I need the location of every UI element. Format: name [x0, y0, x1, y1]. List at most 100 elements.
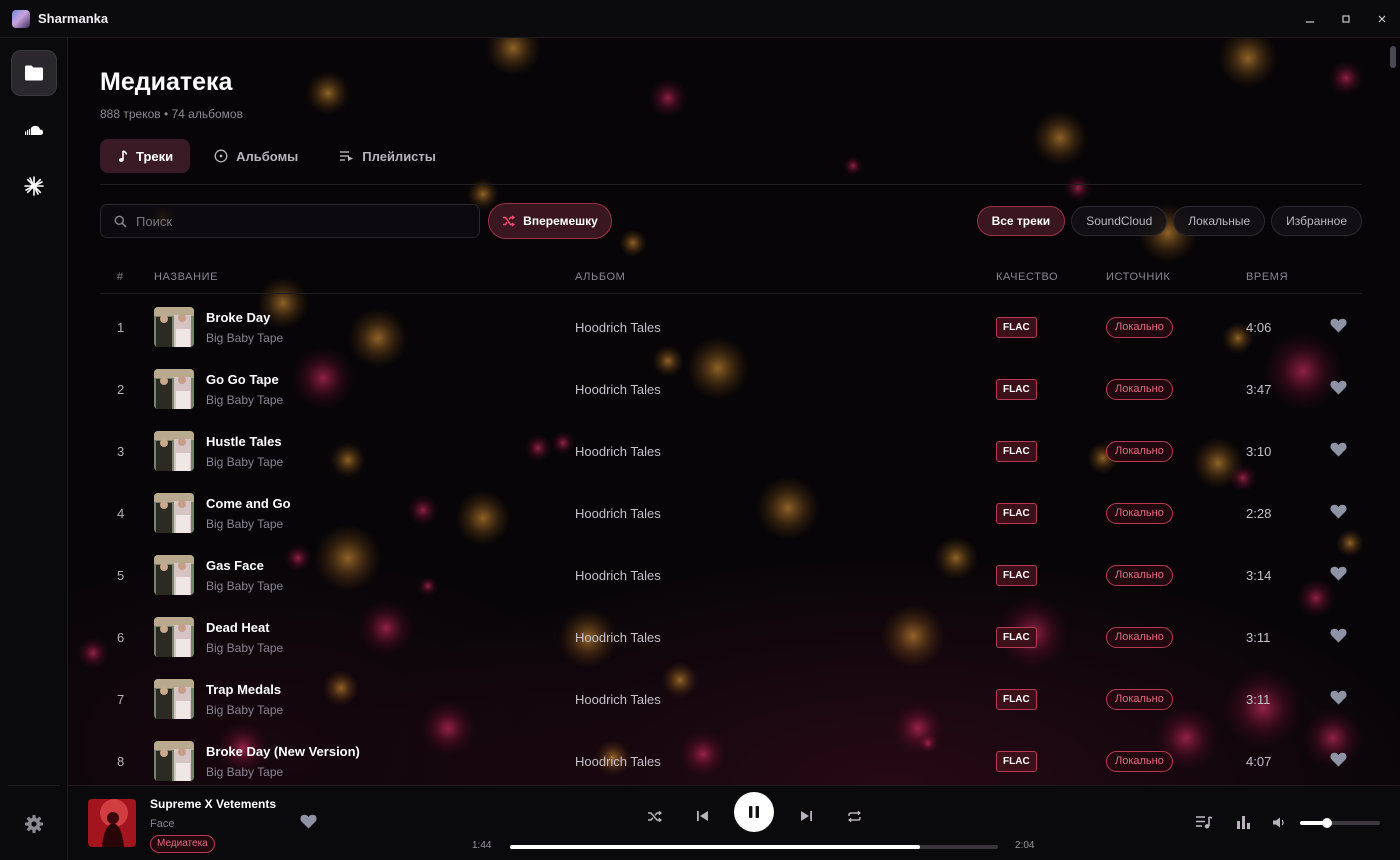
track-album[interactable]: Hoodrich Tales [575, 506, 661, 521]
search-input[interactable] [136, 213, 456, 229]
now-playing-source-badge[interactable]: Медиатека [150, 835, 215, 853]
track-number: 1 [117, 320, 125, 335]
heart-icon[interactable] [1330, 690, 1347, 705]
table-row[interactable]: 1 Broke Day Big Baby Tape Hoodrich Tales… [100, 296, 1362, 358]
track-duration: 3:11 [1246, 630, 1271, 645]
table-row[interactable]: 2 Go Go Tape Big Baby Tape Hoodrich Tale… [100, 358, 1362, 420]
table-row[interactable]: 4 Come and Go Big Baby Tape Hoodrich Tal… [100, 482, 1362, 544]
heart-icon[interactable] [300, 814, 317, 829]
close-button[interactable] [1364, 0, 1400, 38]
heart-icon[interactable] [1330, 442, 1347, 457]
track-album[interactable]: Hoodrich Tales [575, 692, 661, 707]
volume-slider[interactable] [1300, 818, 1380, 828]
tab-albums[interactable]: Альбомы [196, 139, 315, 173]
track-artist[interactable]: Big Baby Tape [206, 331, 283, 345]
minimize-button[interactable] [1292, 0, 1328, 38]
track-artist[interactable]: Big Baby Tape [206, 765, 283, 779]
track-duration: 4:07 [1246, 754, 1272, 769]
track-artist[interactable]: Big Baby Tape [206, 641, 283, 655]
sidebar-item-library[interactable] [11, 50, 57, 96]
seek-bar[interactable] [510, 845, 998, 849]
quality-badge: FLAC [996, 689, 1037, 710]
heart-icon[interactable] [1330, 628, 1347, 643]
track-artist[interactable]: Big Baby Tape [206, 703, 283, 717]
track-title: Gas Face [206, 558, 264, 573]
album-cover [154, 493, 194, 533]
next-button[interactable] [792, 802, 820, 830]
mute-button[interactable] [1267, 810, 1291, 834]
scrollbar[interactable] [1390, 46, 1396, 68]
filter-favorites[interactable]: Избранное [1271, 206, 1362, 236]
heart-icon[interactable] [1330, 318, 1347, 333]
header-time[interactable]: ВРЕМЯ [1246, 271, 1288, 283]
track-album[interactable]: Hoodrich Tales [575, 382, 661, 397]
header-num: # [117, 271, 124, 283]
soundcloud-icon [25, 125, 43, 135]
filter-local[interactable]: Локальные [1173, 206, 1266, 236]
table-row[interactable]: 7 Trap Medals Big Baby Tape Hoodrich Tal… [100, 668, 1362, 730]
now-playing-cover[interactable] [88, 799, 136, 847]
filter-all[interactable]: Все треки [976, 206, 1066, 236]
shuffle-all-label: Вперемешку [523, 214, 598, 228]
track-title: Hustle Tales [206, 434, 282, 449]
volume-knob[interactable] [1322, 818, 1333, 828]
quality-badge: FLAC [996, 627, 1037, 648]
tab-tracks[interactable]: Треки [100, 139, 191, 173]
heart-icon[interactable] [1330, 752, 1347, 767]
table-row[interactable]: 6 Dead Heat Big Baby Tape Hoodrich Tales… [100, 606, 1362, 668]
track-album[interactable]: Hoodrich Tales [575, 320, 661, 335]
equalizer-button[interactable] [1231, 810, 1255, 834]
settings-button[interactable] [11, 801, 57, 847]
table-row[interactable]: 8 Broke Day (New Version) Big Baby Tape … [100, 730, 1362, 785]
sidebar-item-discover[interactable] [11, 163, 57, 209]
shuffle-button[interactable] [640, 802, 668, 830]
source-badge: Локально [1106, 379, 1173, 400]
header-quality[interactable]: КАЧЕСТВО [996, 271, 1058, 283]
header-source[interactable]: ИСТОЧНИК [1106, 271, 1170, 283]
source-filters: Все треки SoundCloud Локальные Избранное [971, 206, 1362, 236]
heart-icon[interactable] [1330, 566, 1347, 581]
filter-soundcloud[interactable]: SoundCloud [1071, 206, 1168, 236]
sidebar [0, 38, 68, 860]
quality-badge: FLAC [996, 565, 1037, 586]
repeat-button[interactable] [840, 802, 868, 830]
now-playing-title[interactable]: Supreme X Vetements [150, 797, 276, 811]
header-title[interactable]: НАЗВАНИЕ [154, 271, 218, 283]
album-cover [154, 555, 194, 595]
tab-tracks-label: Треки [136, 148, 174, 164]
sidebar-item-soundcloud[interactable] [11, 107, 57, 153]
previous-button[interactable] [688, 802, 716, 830]
track-album[interactable]: Hoodrich Tales [575, 754, 661, 769]
maximize-button[interactable] [1328, 0, 1364, 38]
track-artist[interactable]: Big Baby Tape [206, 393, 283, 407]
disc-icon [214, 149, 228, 163]
now-playing-artist[interactable]: Face [150, 818, 174, 830]
track-title: Broke Day [206, 310, 271, 325]
skip-previous-icon [696, 811, 708, 821]
search-icon [114, 215, 127, 228]
track-album[interactable]: Hoodrich Tales [575, 568, 661, 583]
shuffle-all-button[interactable]: Вперемешку [488, 203, 612, 239]
track-artist[interactable]: Big Baby Tape [206, 455, 283, 469]
source-badge: Локально [1106, 751, 1173, 772]
source-badge: Локально [1106, 317, 1173, 338]
page-title: Медиатека [100, 68, 233, 96]
table-row[interactable]: 5 Gas Face Big Baby Tape Hoodrich Tales … [100, 544, 1362, 606]
quality-badge: FLAC [996, 503, 1037, 524]
header-album[interactable]: АЛЬБОМ [575, 271, 625, 283]
folder-icon [25, 65, 43, 81]
heart-icon[interactable] [1330, 504, 1347, 519]
album-cover [154, 679, 194, 719]
track-number: 5 [117, 568, 125, 583]
tab-playlists[interactable]: Плейлисты [321, 139, 453, 173]
table-row[interactable]: 3 Hustle Tales Big Baby Tape Hoodrich Ta… [100, 420, 1362, 482]
quality-badge: FLAC [996, 441, 1037, 462]
play-pause-button[interactable] [734, 792, 774, 832]
track-artist[interactable]: Big Baby Tape [206, 517, 283, 531]
track-album[interactable]: Hoodrich Tales [575, 630, 661, 645]
track-album[interactable]: Hoodrich Tales [575, 444, 661, 459]
heart-icon[interactable] [1330, 380, 1347, 395]
tab-playlists-label: Плейлисты [362, 148, 436, 164]
track-artist[interactable]: Big Baby Tape [206, 579, 283, 593]
queue-button[interactable] [1192, 810, 1216, 834]
